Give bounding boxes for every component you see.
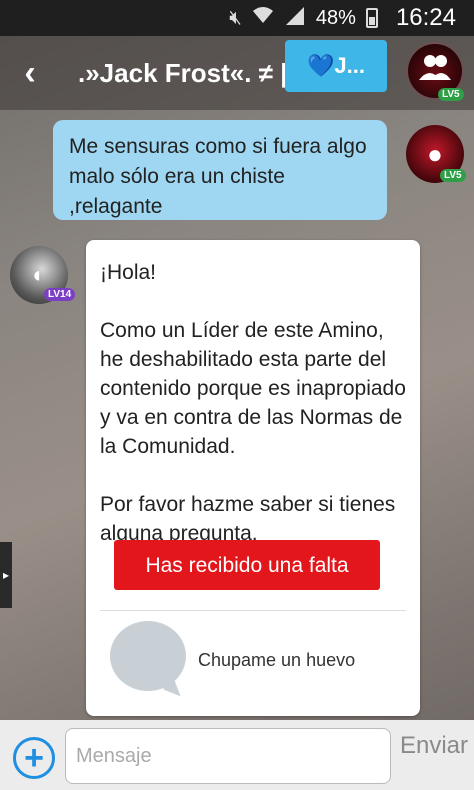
wifi-icon: [252, 6, 274, 30]
user-silhouette-icon: ●: [427, 138, 443, 169]
notice-greeting: ¡Hola!: [100, 261, 157, 284]
leader-avatar[interactable]: ◐ LV14: [10, 246, 76, 304]
strike-button[interactable]: Has recibido una falta: [114, 540, 380, 590]
group-avatar[interactable]: LV5: [406, 42, 464, 101]
signal-icon: [284, 5, 306, 31]
level-badge: LV14: [44, 288, 76, 301]
chat-header: ‹ .»Jack Frost«. ≠ |: [0, 36, 474, 110]
add-attachment-button[interactable]: +: [13, 737, 55, 779]
battery-percent: 48%: [315, 6, 356, 29]
side-drawer-handle[interactable]: ▸: [0, 542, 12, 608]
level-badge: LV5: [440, 169, 466, 182]
chevron-right-icon: ▸: [2, 568, 10, 582]
clock: 16:24: [395, 4, 456, 31]
card-divider: [100, 610, 406, 611]
status-bar: 🔇︎ 48% 16:24: [0, 0, 474, 36]
title-tooltip: 💙J...: [285, 40, 387, 92]
moderation-notice-card: ¡Hola! Como un Líder de este Amino, he d…: [86, 240, 420, 716]
speech-bubble-icon: [110, 621, 186, 691]
message-input[interactable]: [65, 728, 391, 784]
user-photo-icon: ◐: [32, 262, 46, 287]
back-button[interactable]: ‹: [0, 36, 60, 110]
group-members-icon: [418, 53, 452, 89]
outgoing-message[interactable]: Me sensuras como si fuera algo malo sólo…: [53, 120, 387, 220]
notice-body: Como un Líder de este Amino, he deshabil…: [100, 319, 406, 458]
quoted-message[interactable]: Chupame un huevo: [198, 646, 355, 675]
level-badge: LV5: [438, 88, 464, 101]
battery-icon: [365, 8, 378, 28]
mute-icon: 🔇︎: [229, 6, 242, 29]
plus-icon: +: [24, 739, 44, 777]
sender-avatar[interactable]: ● LV5: [406, 125, 466, 183]
chevron-left-icon: ‹: [24, 53, 36, 92]
send-button[interactable]: Enviar: [397, 732, 471, 788]
chat-title[interactable]: .»Jack Frost«. ≠ |: [78, 58, 287, 89]
